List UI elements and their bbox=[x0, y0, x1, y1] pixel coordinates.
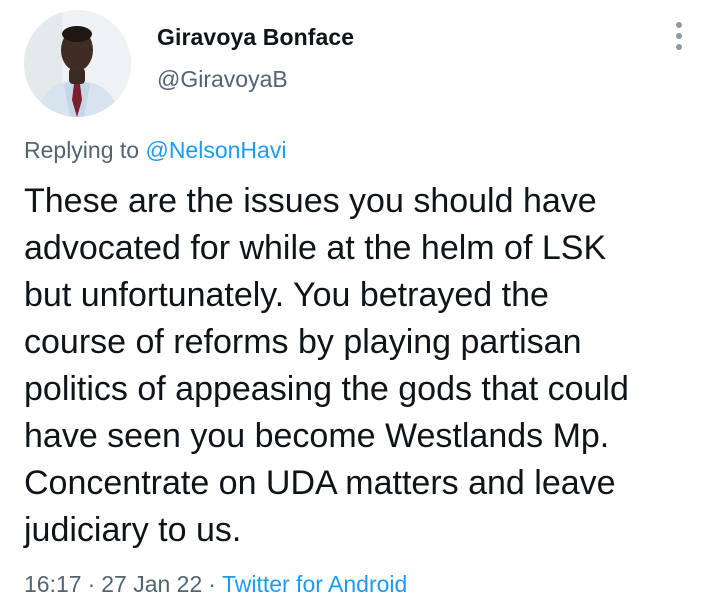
dot bbox=[676, 44, 682, 50]
tweet-line: judiciary to us. bbox=[24, 511, 242, 549]
user-handle[interactable]: @GiravoyaB bbox=[157, 66, 288, 93]
tweet-time[interactable]: 16:17 bbox=[24, 571, 82, 597]
tweet-date[interactable]: 27 Jan 22 bbox=[101, 571, 202, 597]
display-name[interactable]: Giravoya Bonface bbox=[157, 24, 354, 51]
tweet-line: have seen you become Westlands Mp. bbox=[24, 417, 610, 455]
meta-separator: · bbox=[87, 571, 96, 597]
replying-to: Replying to @NelsonHavi bbox=[24, 137, 286, 164]
tweet-line: politics of appeasing the gods that coul… bbox=[24, 370, 629, 408]
tweet-meta: 16:17 · 27 Jan 22 · Twitter for Android bbox=[24, 571, 407, 598]
tweet-line: but unfortunately. You betrayed the bbox=[24, 276, 549, 314]
dot bbox=[676, 22, 682, 28]
tweet-line: advocated for while at the helm of LSK bbox=[24, 229, 607, 267]
tweet-line: course of reforms by playing partisan bbox=[24, 323, 582, 361]
replying-prefix: Replying to bbox=[24, 137, 140, 163]
tweet-line: Concentrate on UDA matters and leave bbox=[24, 464, 616, 502]
avatar[interactable] bbox=[24, 10, 131, 117]
tweet-text: These are the issues you should have adv… bbox=[24, 178, 704, 554]
tweet-source-link[interactable]: Twitter for Android bbox=[222, 571, 407, 597]
tweet-line: These are the issues you should have bbox=[24, 182, 597, 220]
tweet-card: Giravoya Bonface @GiravoyaB Replying to … bbox=[0, 0, 720, 615]
more-vertical-icon[interactable] bbox=[668, 22, 690, 50]
avatar-photo bbox=[24, 10, 131, 117]
meta-separator: · bbox=[208, 571, 216, 597]
reply-mention-link[interactable]: @NelsonHavi bbox=[145, 137, 286, 163]
dot bbox=[676, 33, 682, 39]
